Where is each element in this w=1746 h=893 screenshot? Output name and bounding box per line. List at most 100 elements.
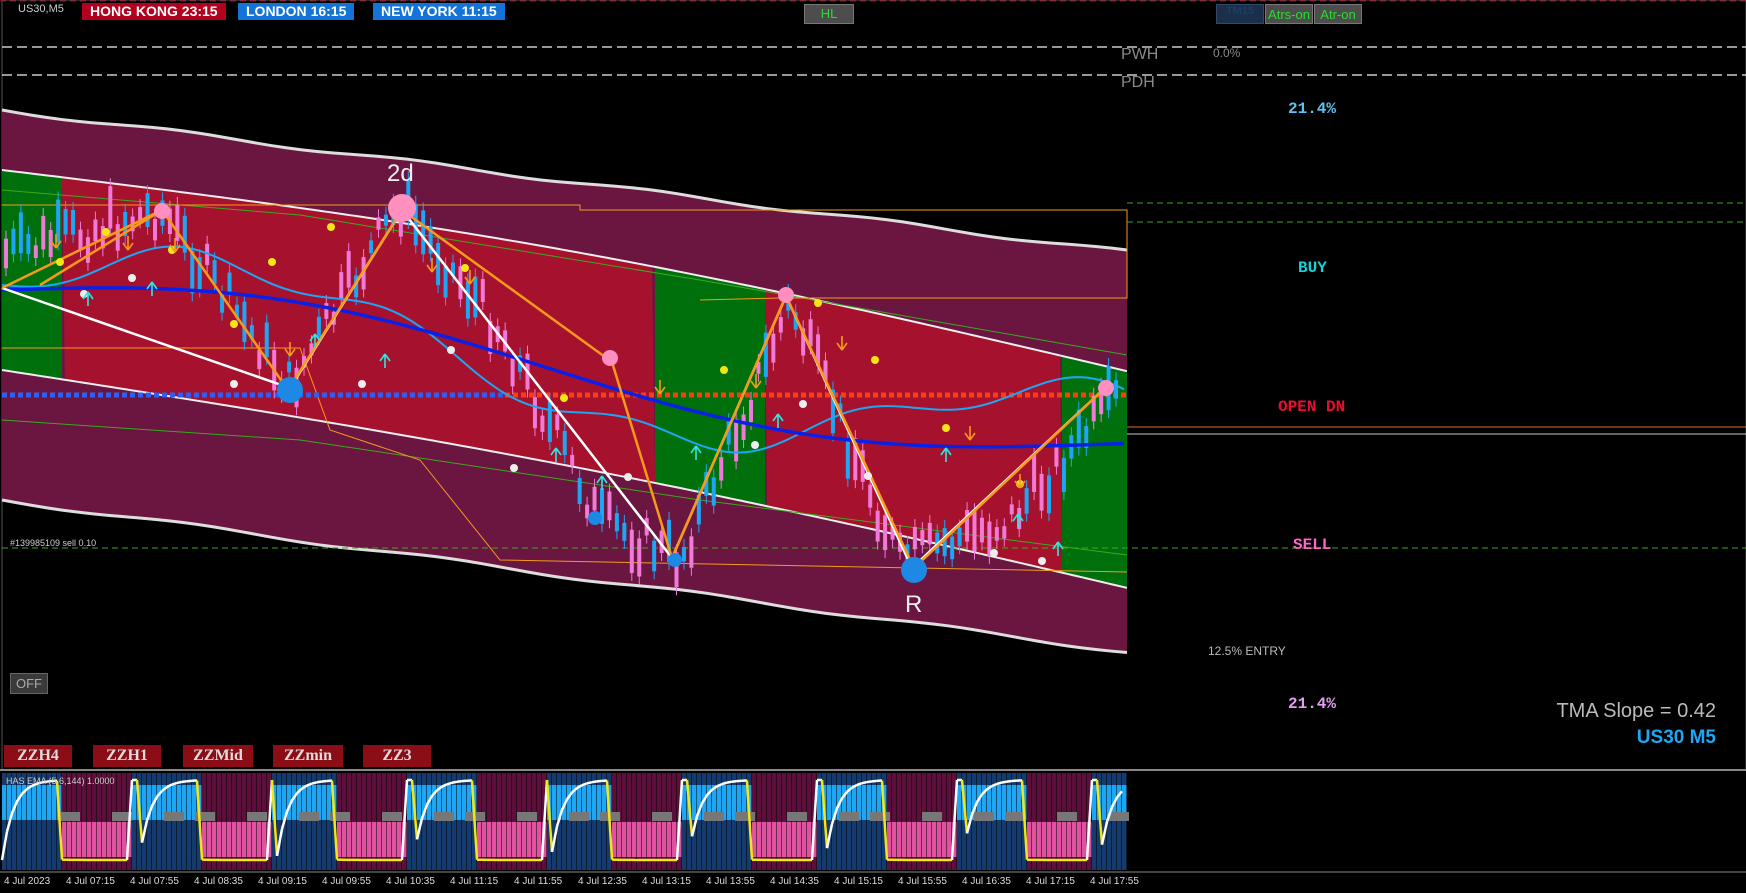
- histogram-bar: [1057, 822, 1062, 857]
- candle-body: [1024, 488, 1029, 514]
- time-tick-label: 4 Jul 08:35: [194, 876, 243, 887]
- zz3-button[interactable]: ZZ3: [363, 745, 431, 767]
- histogram-bar: [937, 822, 942, 857]
- chart-window[interactable]: US30,M5 HONG KONG 23:15 LONDON 16:15 NEW…: [0, 0, 1746, 893]
- histogram-bar: [682, 785, 687, 820]
- histogram-bar: [102, 822, 107, 857]
- histogram-bar: [507, 822, 512, 857]
- neutral-bar: [735, 812, 755, 821]
- zzmin-button[interactable]: ZZmin: [273, 745, 343, 767]
- zzh1-button[interactable]: ZZH1: [93, 745, 161, 767]
- atrs-on-button[interactable]: Atrs-on: [1265, 4, 1313, 24]
- histogram-bar: [1092, 785, 1097, 820]
- histogram-bar: [132, 785, 137, 820]
- time-tick-label: 4 Jul 11:55: [514, 876, 563, 887]
- histogram-bar: [772, 822, 777, 857]
- high-dot: [268, 258, 276, 266]
- candle-body: [421, 210, 426, 255]
- candle-body: [316, 316, 321, 338]
- histogram-bar: [67, 822, 72, 857]
- candle-body: [4, 238, 8, 269]
- candle-body: [979, 517, 984, 543]
- histogram-bar: [892, 822, 897, 857]
- candle-body: [719, 457, 724, 481]
- histogram-bar: [92, 822, 97, 857]
- candle-body: [18, 212, 23, 254]
- low-dot: [624, 473, 632, 481]
- histogram-bar: [862, 785, 867, 820]
- neutral-bar: [1057, 812, 1077, 821]
- candle-body: [950, 536, 955, 560]
- zigzag-node-low: [588, 511, 602, 525]
- candle-body: [942, 528, 947, 557]
- histogram-bar: [957, 785, 962, 820]
- candle-body: [875, 510, 880, 542]
- histogram-bar: [777, 822, 782, 857]
- histogram-bar: [657, 822, 662, 857]
- candle-body: [532, 397, 537, 429]
- candle-body: [681, 546, 686, 562]
- tm15-button[interactable]: TM15: [1216, 4, 1264, 24]
- histogram-bar: [122, 822, 127, 857]
- histogram-bar: [42, 785, 47, 820]
- oscillator-line: [721, 781, 728, 786]
- histogram-bar: [32, 785, 37, 820]
- histogram-bar: [217, 822, 222, 857]
- symbol-label: US30,M5: [18, 3, 64, 15]
- histogram-bar: [1032, 822, 1037, 857]
- histogram-bar: [1042, 822, 1047, 857]
- zigzag-node-high: [1098, 380, 1114, 396]
- oscillator-line: [726, 780, 733, 784]
- candle-body: [749, 399, 753, 422]
- candle-body: [1032, 454, 1037, 493]
- candle-body: [41, 215, 46, 250]
- neutral-bar: [1109, 812, 1129, 821]
- histogram-bar: [382, 822, 387, 857]
- candle-body: [473, 276, 478, 318]
- oscillator-line: [996, 781, 1003, 786]
- histogram-bar: [647, 822, 652, 857]
- histogram-bar: [497, 822, 502, 857]
- candle-body: [868, 484, 873, 508]
- neutral-bar: [382, 812, 402, 821]
- histogram-bar: [1047, 822, 1052, 857]
- histogram-bar: [637, 822, 642, 857]
- histogram-bar: [787, 822, 792, 857]
- histogram-bar: [82, 822, 87, 857]
- histogram-bar: [1037, 822, 1042, 857]
- zzh4-button[interactable]: ZZH4: [4, 745, 72, 767]
- zigzag-node-high: [602, 350, 618, 366]
- oscillator-line: [1006, 779, 1013, 783]
- sell-label: SELL: [1293, 536, 1332, 554]
- pdh-label: PDH: [1121, 74, 1155, 91]
- candle-body: [443, 265, 448, 298]
- candle-body: [845, 439, 850, 479]
- histogram-bar: [532, 822, 537, 857]
- neutral-bar: [299, 812, 319, 821]
- candle-body: [592, 486, 597, 511]
- session-name: NEW YORK: [381, 3, 458, 19]
- time-tick-label: 4 Jul 12:35: [578, 876, 627, 887]
- candle-body: [26, 233, 31, 254]
- histogram-bar: [1062, 822, 1067, 857]
- candle-body: [242, 301, 247, 343]
- low-dot: [128, 274, 136, 282]
- candle-body: [972, 511, 977, 552]
- candle-body: [808, 319, 813, 347]
- low-dot: [510, 464, 518, 472]
- off-button[interactable]: OFF: [10, 673, 48, 694]
- fib-top-label: 21.4%: [1288, 100, 1337, 118]
- low-dot: [1038, 557, 1046, 565]
- session-name: HONG KONG: [90, 3, 178, 19]
- symbol-timeframe-label: US30 M5: [1636, 727, 1716, 748]
- histogram-bar: [632, 822, 637, 857]
- zzmid-button[interactable]: ZZMid: [183, 745, 253, 767]
- candle-body: [883, 515, 888, 551]
- oscillator-line: [731, 779, 738, 783]
- atr-on-button[interactable]: Atr-on: [1314, 4, 1362, 24]
- price-chart[interactable]: [0, 0, 1746, 893]
- histogram-bar: [27, 785, 32, 820]
- hl-button[interactable]: HL: [804, 4, 854, 24]
- histogram-bar: [902, 822, 907, 857]
- neutral-bar: [434, 812, 454, 821]
